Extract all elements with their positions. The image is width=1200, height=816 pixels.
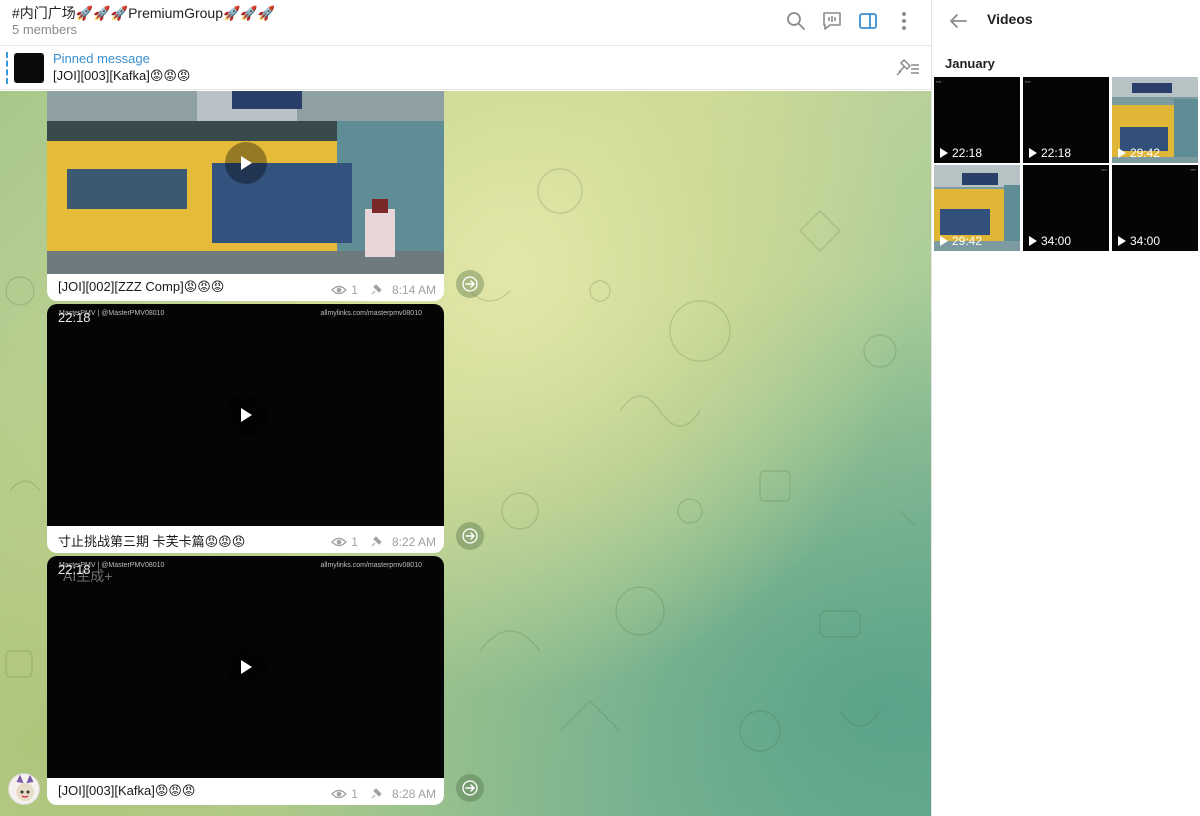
watermark-right: allmylinks.com/masterpmv08010 xyxy=(320,310,422,317)
sender-avatar[interactable] xyxy=(8,773,40,805)
video-duration: 22:18 xyxy=(58,310,91,325)
video-duration: 22:18 xyxy=(58,562,91,577)
tile-duration: 34:00 xyxy=(1118,234,1160,248)
header-actions xyxy=(783,8,917,34)
views-icon xyxy=(331,285,348,295)
back-arrow-icon[interactable] xyxy=(946,9,970,33)
message-caption: [JOI][002][ZZZ Comp]😡😡😡 xyxy=(58,279,225,294)
message-bubble[interactable]: MasterPMV | @MasterPMV08010 allmylinks.c… xyxy=(47,304,444,553)
forward-arrow-icon xyxy=(462,780,478,796)
pinned-text: [JOI][003][Kafka]😡😡😡 xyxy=(53,68,191,83)
tile-watermark: ▪▪▪▪ xyxy=(936,79,942,84)
view-count: 1 xyxy=(351,283,358,297)
view-count: 1 xyxy=(351,535,358,549)
message-time: 8:22 AM xyxy=(391,535,436,549)
video-thumbnail[interactable]: MasterPMV | @MasterPMV08010 allmylinks.c… xyxy=(47,304,444,526)
message-time: 8:14 AM xyxy=(391,283,436,297)
chat-column: #内门广场🚀🚀🚀PremiumGroup🚀🚀🚀 5 members Pinned… xyxy=(0,0,931,816)
play-button[interactable] xyxy=(224,646,267,688)
tile-duration: 22:18 xyxy=(940,146,982,160)
play-icon xyxy=(1029,236,1037,246)
more-vertical-icon[interactable] xyxy=(891,8,917,34)
message-bubble[interactable]: [JOI][002][ZZZ Comp]😡😡😡 1 8:14 AM xyxy=(47,91,444,301)
message-bubble[interactable]: AI生成+ MasterPMV | @MasterPMV08010 allmyl… xyxy=(47,556,444,805)
video-tile[interactable]: ▪▪▪▪ 34:00 xyxy=(1112,165,1198,251)
video-tile[interactable]: 29:42 xyxy=(934,165,1020,251)
video-tile[interactable]: ▪▪▪▪ 22:18 xyxy=(1023,77,1109,163)
forward-button[interactable] xyxy=(456,522,484,550)
chat-background: [JOI][002][ZZZ Comp]😡😡😡 1 8:14 AM Master… xyxy=(0,91,931,816)
pinned-message-bar[interactable]: Pinned message [JOI][003][Kafka]😡😡😡 xyxy=(0,46,931,90)
tile-duration: 34:00 xyxy=(1029,234,1071,248)
video-tile[interactable]: ▪▪▪▪ 22:18 xyxy=(934,77,1020,163)
side-panel-title: Videos xyxy=(987,11,1033,27)
video-tile[interactable]: 29:42 xyxy=(1112,77,1198,163)
forward-button[interactable] xyxy=(456,774,484,802)
message-meta: 1 8:28 AM xyxy=(331,787,436,801)
search-icon[interactable] xyxy=(783,8,809,34)
video-tile[interactable]: ▪▪▪▪ 34:00 xyxy=(1023,165,1109,251)
message-caption: [JOI][003][Kafka]😡😡😡 xyxy=(58,783,196,798)
video-chat-icon[interactable] xyxy=(819,8,845,34)
tile-watermark: ▪▪▪▪ xyxy=(1025,79,1031,84)
pinned-accent-line xyxy=(6,52,8,84)
pin-icon xyxy=(371,284,382,295)
forward-arrow-icon xyxy=(462,528,478,544)
message-meta: 1 8:22 AM xyxy=(331,535,436,549)
message-time: 8:28 AM xyxy=(391,787,436,801)
play-button[interactable] xyxy=(224,394,267,436)
play-button[interactable] xyxy=(224,142,267,184)
pinned-thumbnail xyxy=(14,53,44,83)
tile-duration: 22:18 xyxy=(1029,146,1071,160)
watermark-right: allmylinks.com/masterpmv08010 xyxy=(320,562,422,569)
views-icon xyxy=(331,789,348,799)
side-panel-header: Videos xyxy=(932,0,1200,42)
tile-watermark: ▪▪▪▪ xyxy=(1190,167,1196,172)
member-count[interactable]: 5 members xyxy=(12,22,77,37)
forward-arrow-icon xyxy=(462,276,478,292)
pin-icon xyxy=(371,788,382,799)
chat-header: #内门广场🚀🚀🚀PremiumGroup🚀🚀🚀 5 members xyxy=(0,0,931,46)
views-icon xyxy=(331,537,348,547)
play-icon xyxy=(940,236,948,246)
tile-duration: 29:42 xyxy=(1118,146,1160,160)
play-icon xyxy=(1118,236,1126,246)
tile-duration: 29:42 xyxy=(940,234,982,248)
pin-icon xyxy=(371,536,382,547)
pinned-label: Pinned message xyxy=(53,51,150,66)
message-meta: 1 8:14 AM xyxy=(331,283,436,297)
tile-watermark: ▪▪▪▪ xyxy=(1101,167,1107,172)
play-icon xyxy=(1029,148,1037,158)
view-count: 1 xyxy=(351,787,358,801)
play-icon xyxy=(1118,148,1126,158)
month-heading: January xyxy=(945,56,995,71)
sidebar-toggle-icon[interactable] xyxy=(855,8,881,34)
forward-button[interactable] xyxy=(456,270,484,298)
chat-title[interactable]: #内门广场🚀🚀🚀PremiumGroup🚀🚀🚀 xyxy=(12,3,275,23)
play-icon xyxy=(940,148,948,158)
video-grid: ▪▪▪▪ 22:18 ▪▪▪▪ 22:18 29:42 29:42 ▪▪▪▪ 3… xyxy=(934,77,1200,251)
shared-media-panel: Videos January ▪▪▪▪ 22:18 ▪▪▪▪ 22:18 29:… xyxy=(931,0,1200,816)
pin-list-icon[interactable] xyxy=(895,57,921,79)
video-thumbnail[interactable] xyxy=(47,91,444,274)
message-caption: 寸止挑战第三期 卡芙卡篇😡😡😡 xyxy=(58,534,246,549)
video-thumbnail[interactable]: AI生成+ MasterPMV | @MasterPMV08010 allmyl… xyxy=(47,556,444,778)
